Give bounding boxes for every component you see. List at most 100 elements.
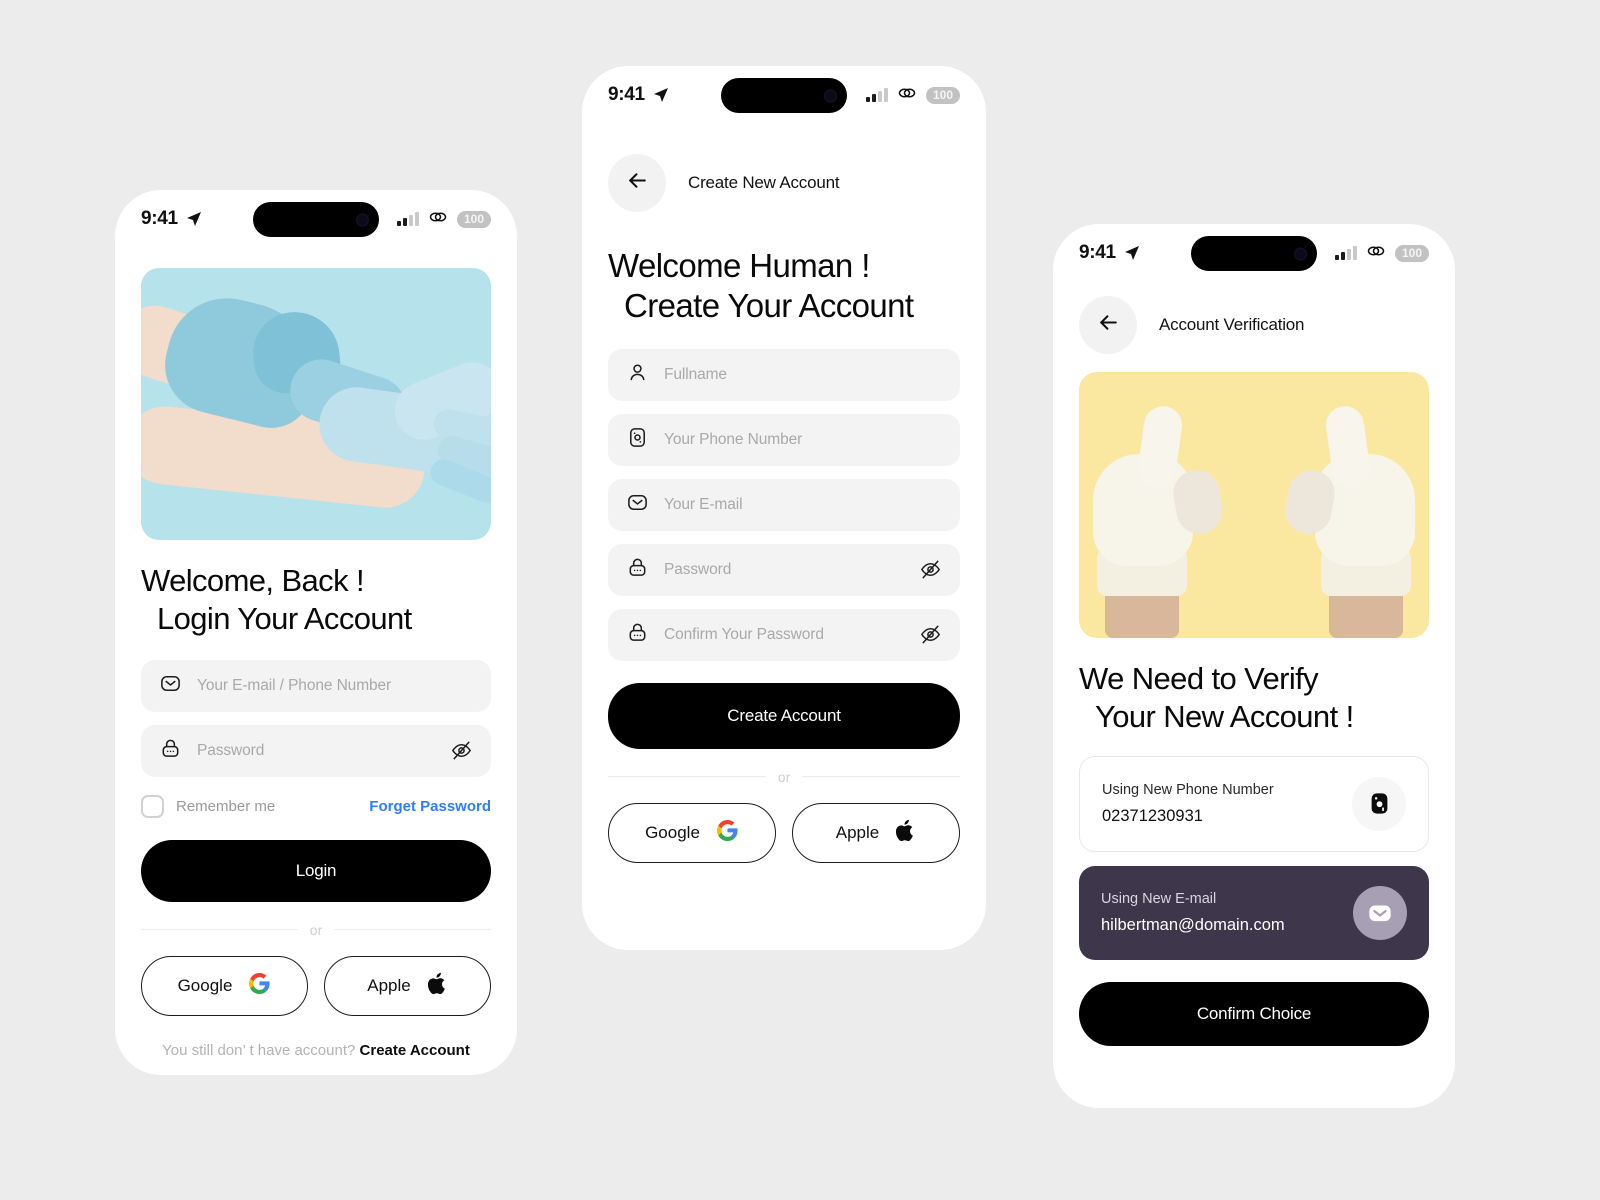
login-divider-label: or — [309, 921, 323, 938]
status-time: 9:41 — [1079, 242, 1116, 263]
apple-login-button[interactable]: Apple — [324, 955, 491, 1016]
verify-option-email[interactable]: Using New E-mail hilbertman@domain.com — [1079, 865, 1429, 960]
password-field[interactable]: Password — [141, 724, 491, 777]
fullname-field[interactable]: Fullname — [608, 348, 960, 401]
signup-screen-body: Create New Account Welcome Human ! Creat… — [582, 154, 986, 863]
link-icon — [897, 85, 917, 106]
login-hero-image — [141, 268, 491, 540]
dynamic-island — [253, 202, 379, 237]
remember-me-checkbox[interactable] — [141, 794, 164, 818]
verify-option-email-value: hilbertman@domain.com — [1101, 915, 1285, 934]
status-icons: 100 — [865, 85, 960, 106]
login-divider: or — [141, 922, 491, 938]
remember-me-label: Remember me — [176, 797, 276, 815]
verify-title: Account Verification — [1159, 315, 1305, 334]
google-login-label: Google — [177, 975, 233, 995]
login-social-buttons: Google Apple — [141, 955, 491, 1016]
password-field[interactable]: Password — [608, 543, 960, 596]
apple-signup-button[interactable]: Apple — [792, 802, 960, 863]
login-footer-text: You still don’ t have account? — [162, 1041, 356, 1059]
signup-headline: Welcome Human ! Create Your Account — [608, 246, 960, 327]
dynamic-island — [721, 78, 847, 113]
signal-bars-icon — [1334, 246, 1357, 260]
login-headline-line1: Welcome, Back ! — [141, 563, 365, 598]
signup-form: Fullname Your Phone Number Your E-mail P… — [608, 348, 960, 661]
verify-navbar: Account Verification — [1079, 296, 1429, 354]
battery-icon: 100 — [1394, 244, 1429, 262]
email-or-phone-field[interactable]: Your E-mail / Phone Number — [141, 659, 491, 712]
verify-option-email-label: Using New E-mail — [1101, 890, 1217, 907]
mail-icon — [159, 672, 182, 700]
location-arrow-icon — [186, 211, 202, 227]
battery-icon: 100 — [456, 210, 491, 228]
phone-number-placeholder: Your Phone Number — [664, 430, 803, 448]
login-headline-line2: Login Your Account — [157, 600, 412, 636]
login-footer: You still don’ t have account? Create Ac… — [141, 1042, 491, 1059]
google-login-button[interactable]: Google — [141, 955, 308, 1016]
battery-icon: 100 — [925, 86, 960, 104]
forget-password-link[interactable]: Forget Password — [369, 798, 491, 815]
front-camera-icon — [356, 213, 369, 226]
link-icon — [428, 209, 448, 230]
back-button[interactable] — [1079, 296, 1137, 354]
phone-number-field[interactable]: Your Phone Number — [608, 413, 960, 466]
toggle-password-visibility-icon[interactable] — [450, 739, 473, 762]
arrow-left-icon — [1096, 310, 1121, 340]
dynamic-island — [1191, 236, 1317, 271]
back-button[interactable] — [608, 154, 666, 212]
mail-icon — [626, 491, 649, 519]
google-icon — [248, 972, 271, 1000]
login-screen-body: Welcome, Back ! Login Your Account Your … — [115, 268, 517, 1059]
signup-social-buttons: Google Apple — [608, 802, 960, 863]
location-arrow-icon — [1124, 245, 1140, 261]
verify-headline-line1: We Need to Verify — [1079, 661, 1319, 696]
confirm-choice-button[interactable]: Confirm Choice — [1079, 981, 1429, 1046]
front-camera-icon — [1294, 247, 1307, 260]
status-time: 9:41 — [608, 84, 645, 105]
verify-option-phone-value: 02371230931 — [1102, 806, 1203, 825]
login-headline: Welcome, Back ! Login Your Account — [141, 562, 491, 638]
phone-signup-screen: 9:41 100 Create New Account Welcome Huma… — [582, 66, 986, 950]
verify-headline: We Need to Verify Your New Account ! — [1079, 660, 1429, 736]
verify-hero-image — [1079, 372, 1429, 638]
email-field[interactable]: Your E-mail — [608, 478, 960, 531]
google-signup-label: Google — [645, 822, 700, 842]
signal-bars-icon — [396, 212, 419, 226]
verify-options: Using New Phone Number 02371230931 Using… — [1079, 755, 1429, 960]
verify-option-phone[interactable]: Using New Phone Number 02371230931 — [1079, 755, 1429, 852]
apple-icon — [427, 971, 448, 1001]
create-account-button[interactable]: Create Account — [608, 682, 960, 749]
login-button[interactable]: Login — [141, 839, 491, 902]
verify-screen-body: Account Verification We Need to Verify Y… — [1053, 296, 1455, 1046]
location-arrow-icon — [653, 87, 669, 103]
toggle-confirm-password-visibility-icon[interactable] — [919, 623, 942, 646]
link-icon — [1366, 243, 1386, 264]
create-account-link[interactable]: Create Account — [360, 1042, 470, 1059]
signup-divider-label: or — [777, 768, 791, 785]
phone-login-screen: 9:41 100 Welcome, Back ! Login Your Acco… — [115, 190, 517, 1075]
front-camera-icon — [824, 89, 837, 102]
signup-headline-line1: Welcome Human ! — [608, 247, 870, 284]
apple-icon — [895, 818, 916, 848]
lock-icon — [626, 556, 649, 584]
confirm-password-field[interactable]: Confirm Your Password — [608, 608, 960, 661]
fullname-placeholder: Fullname — [664, 365, 727, 383]
status-bar: 9:41 100 — [1053, 224, 1455, 282]
lock-icon — [626, 621, 649, 649]
google-signup-button[interactable]: Google — [608, 802, 776, 863]
signup-divider: or — [608, 769, 960, 785]
login-options-row: Remember me Forget Password — [141, 794, 491, 818]
toggle-password-visibility-icon[interactable] — [919, 558, 942, 581]
verify-headline-line2: Your New Account ! — [1095, 698, 1354, 734]
user-icon — [626, 361, 649, 389]
sim-card-icon — [626, 426, 649, 454]
lock-icon — [159, 737, 182, 765]
verify-option-phone-text: Using New Phone Number 02371230931 — [1102, 782, 1274, 826]
phone-verify-screen: 9:41 100 Account Verification We Need to… — [1053, 224, 1455, 1108]
signup-navbar: Create New Account — [608, 154, 960, 212]
email-placeholder: Your E-mail — [664, 495, 743, 513]
status-time: 9:41 — [141, 208, 178, 229]
password-placeholder: Password — [664, 560, 732, 578]
status-bar: 9:41 100 — [115, 190, 517, 248]
login-form: Your E-mail / Phone Number Password — [141, 659, 491, 777]
